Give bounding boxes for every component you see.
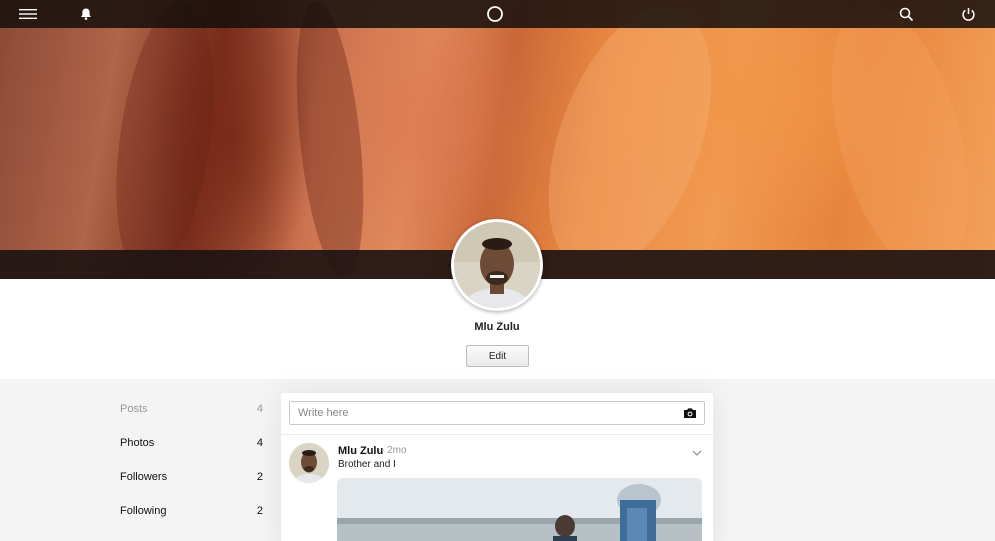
stat-followers[interactable]: Followers 2: [120, 467, 265, 487]
stat-posts[interactable]: Posts 4: [120, 399, 265, 419]
stat-label: Following: [120, 505, 167, 517]
top-navigation-bar: [0, 0, 995, 28]
composer: [289, 401, 705, 425]
stat-count: 4: [256, 403, 263, 415]
post-author-avatar[interactable]: [289, 443, 329, 483]
camera-icon[interactable]: [683, 406, 697, 420]
stat-count: 2: [256, 505, 263, 517]
chevron-down-icon[interactable]: [691, 445, 703, 456]
stat-label: Posts: [120, 403, 148, 415]
profile-avatar[interactable]: [451, 219, 543, 311]
edit-profile-button[interactable]: Edit: [466, 345, 529, 367]
post-timestamp: - 2mo: [381, 445, 407, 456]
circle-logo-icon[interactable]: [485, 4, 505, 24]
stat-photos[interactable]: Photos 4: [120, 433, 265, 453]
stat-label: Photos: [120, 437, 155, 449]
profile-name: Mlu Zulu: [474, 321, 520, 333]
post-text: Brother and I: [338, 459, 396, 470]
search-icon[interactable]: [896, 4, 916, 24]
feed-panel: Mlu Zulu - 2mo Brother and I: [281, 393, 713, 541]
bell-icon[interactable]: [76, 4, 96, 24]
power-icon[interactable]: [958, 4, 978, 24]
stat-count: 2: [256, 471, 263, 483]
post-photo[interactable]: [337, 478, 702, 541]
post-input[interactable]: [290, 402, 670, 424]
divider: [281, 434, 713, 435]
post-author-name[interactable]: Mlu Zulu: [338, 445, 383, 457]
stat-label: Followers: [120, 471, 168, 483]
stat-count: 4: [256, 437, 263, 449]
hamburger-menu-icon[interactable]: [18, 4, 38, 24]
stat-following[interactable]: Following 2: [120, 501, 265, 521]
